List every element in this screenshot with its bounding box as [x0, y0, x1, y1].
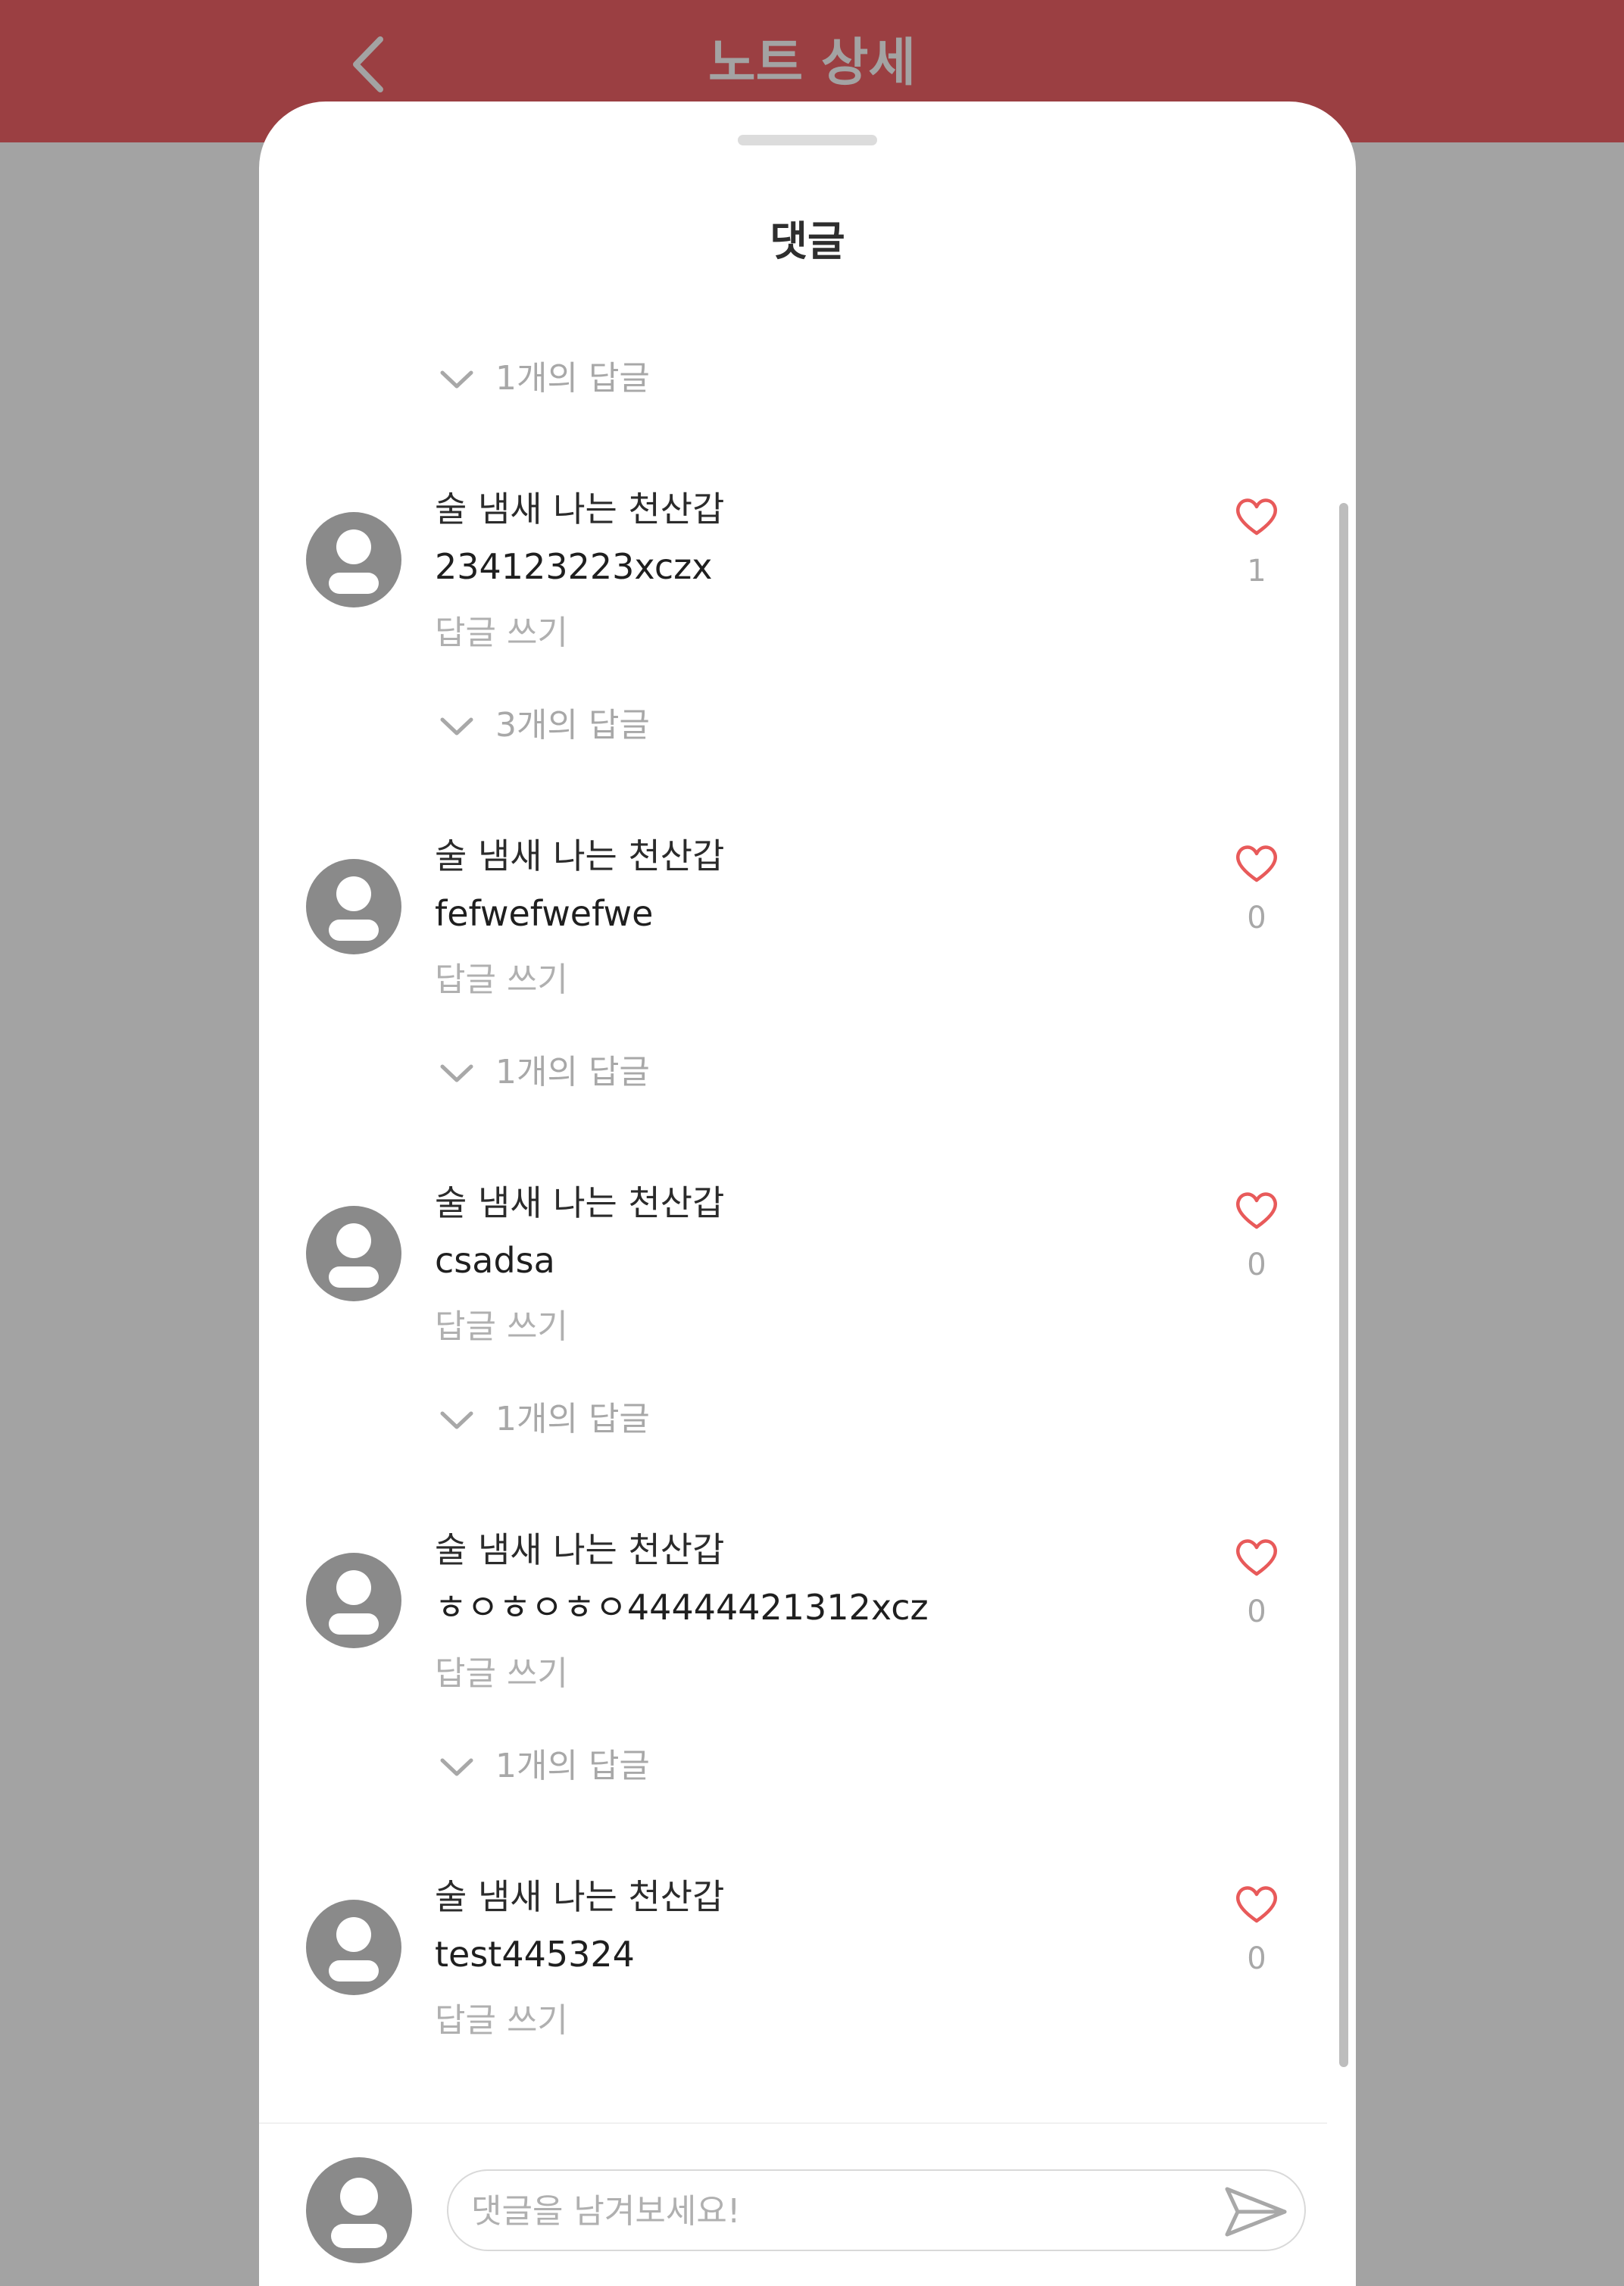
heart-icon [1236, 1886, 1277, 1923]
write-reply-button[interactable]: 답글 쓰기 [435, 1304, 568, 1350]
avatar [306, 1900, 401, 1995]
send-button[interactable] [1223, 2185, 1289, 2239]
comment-text: test445324 [435, 1934, 635, 1975]
like-count: 0 [1247, 901, 1266, 935]
drag-handle[interactable] [738, 135, 877, 145]
comment-author: 술 냄새 나는 천산갑 [435, 1182, 725, 1223]
comment-author: 술 냄새 나는 천산갑 [435, 1876, 725, 1917]
reply-toggle-label: 1개의 답글 [495, 1400, 650, 1438]
chevron-down-icon [440, 1411, 473, 1429]
comment-item: 술 냄새 나는 천산갑 test445324 답글 쓰기 0 [259, 1872, 1356, 2054]
comment-input-box [447, 2169, 1306, 2251]
comment-text: ㅎㅇㅎㅇㅎㅇ44444421312xcz [435, 1587, 929, 1628]
avatar [306, 859, 401, 954]
avatar [306, 2157, 412, 2263]
reply-toggle-label: 3개의 답글 [495, 706, 650, 745]
comment-item: 술 냄새 나는 천산갑 csadsa 답글 쓰기 0 [259, 1179, 1356, 1360]
like-button[interactable] [1233, 495, 1280, 538]
like-count: 0 [1247, 1594, 1266, 1629]
write-reply-button[interactable]: 답글 쓰기 [435, 611, 568, 656]
write-reply-button[interactable]: 답글 쓰기 [435, 957, 568, 1003]
page-title: 노트 상세 [708, 33, 916, 93]
comment-author: 술 냄새 나는 천산갑 [435, 1529, 725, 1570]
comment-item: 술 냄새 나는 천산갑 234123223xczx 답글 쓰기 1 [259, 485, 1356, 667]
like-count: 0 [1247, 1941, 1266, 1976]
heart-icon [1236, 1539, 1277, 1576]
heart-icon [1236, 1192, 1277, 1229]
write-reply-button[interactable]: 답글 쓰기 [435, 1998, 568, 2044]
scrollbar[interactable] [1339, 503, 1348, 2067]
divider [259, 2122, 1327, 2124]
like-button[interactable] [1233, 1189, 1280, 1232]
avatar [306, 1553, 401, 1648]
chevron-down-icon [440, 370, 473, 389]
heart-icon [1236, 498, 1277, 536]
like-count: 0 [1247, 1248, 1266, 1282]
chevron-down-icon [440, 1758, 473, 1776]
like-button[interactable] [1233, 842, 1280, 885]
reply-toggle-label: 1개의 답글 [495, 1053, 650, 1091]
comment-author: 술 냄새 나는 천산갑 [435, 489, 725, 529]
chevron-down-icon [440, 717, 473, 735]
avatar [306, 512, 401, 607]
avatar [306, 1206, 401, 1301]
reply-toggle-label: 1개의 답글 [495, 1747, 650, 1785]
like-button[interactable] [1233, 1883, 1280, 1925]
comment-input[interactable] [470, 2186, 1185, 2236]
comment-item: 술 냄새 나는 천산갑 ㅎㅇㅎㅇㅎㅇ44444421312xcz 답글 쓰기 0 [259, 1526, 1356, 1707]
heart-icon [1236, 845, 1277, 882]
like-count: 1 [1247, 554, 1266, 589]
back-button[interactable] [342, 30, 395, 98]
send-icon [1225, 2187, 1287, 2237]
chevron-down-icon [440, 1064, 473, 1082]
comments-sheet: 댓글 1개의 답글 술 냄새 나는 천산갑 234123223xczx 답글 쓰기 1… [259, 101, 1356, 2286]
comment-text: fefwefwefwe [435, 893, 654, 934]
sheet-title: 댓글 [770, 217, 845, 265]
like-button[interactable] [1233, 1536, 1280, 1579]
write-reply-button[interactable]: 답글 쓰기 [435, 1651, 568, 1697]
comment-author: 술 냄새 나는 천산갑 [435, 835, 725, 876]
reply-toggle-label: 1개의 답글 [495, 359, 650, 398]
comment-text: 234123223xczx [435, 546, 713, 587]
chevron-left-icon [353, 36, 383, 92]
comment-item: 술 냄새 나는 천산갑 fefwefwefwe 답글 쓰기 0 [259, 832, 1356, 1013]
comment-text: csadsa [435, 1240, 555, 1281]
